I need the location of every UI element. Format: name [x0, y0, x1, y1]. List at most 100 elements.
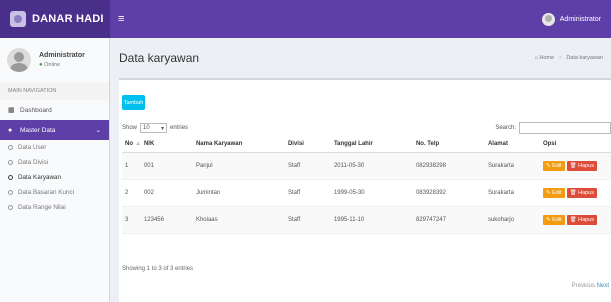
column-header-no-telp[interactable]: No. Telp [412, 137, 485, 153]
search-label: Search: [495, 125, 516, 131]
sidebar-subitem-data-range-nilai[interactable]: Data Range Nilai [0, 200, 109, 215]
cell-nik: 002 [140, 179, 193, 207]
sidebar-subitem-data-divisi[interactable]: Data Divisi [0, 155, 109, 170]
cell-no-telp: 082938298 [412, 152, 485, 180]
main-header: DANAR HADI ≡ Administrator [0, 0, 611, 38]
nav-header: MAIN NAVIGATION [0, 82, 109, 100]
breadcrumb-home[interactable]: Home [539, 55, 554, 61]
table-header-row: No ▲ NIK Nama Karyawan Divisi Tanggal Lah… [122, 137, 611, 153]
karyawan-table: No ▲ NIK Nama Karyawan Divisi Tanggal Lah… [122, 137, 611, 234]
cell-alamat: Surakarta [484, 179, 540, 207]
pencil-icon: ✎ [545, 216, 551, 223]
breadcrumb-current: Data karyawan [566, 55, 603, 61]
cell-opsi: ✎ Edit 🗑 Hapus [539, 206, 611, 234]
pencil-icon: ✎ [545, 189, 551, 196]
cell-tanggal-lahir: 1995-11-10 [330, 206, 413, 234]
home-icon: ⌂ [534, 55, 538, 61]
circle-icon [8, 205, 13, 210]
logo-text: DANAR HADI [32, 13, 104, 25]
cell-tanggal-lahir: 2011-05-30 [330, 152, 413, 180]
add-button[interactable]: Tambah [122, 95, 145, 110]
online-dot-icon: ● [39, 62, 43, 68]
cell-alamat: sukoharjo [484, 206, 540, 234]
user-status-label: Online [44, 62, 61, 68]
column-header-tanggal-lahir[interactable]: Tanggal Lahir [330, 137, 413, 153]
database-icon: ● [8, 126, 13, 134]
show-label: Show [122, 125, 138, 131]
sidebar-item-dashboard[interactable]: ▦ Dashboard [0, 100, 109, 120]
sidebar-subitem-label: Data Karyawan [18, 174, 62, 181]
cell-divisi: Staff [284, 152, 331, 180]
content-wrapper: Data karyawan ⌂ Home > Data karyawan Tam… [110, 38, 611, 302]
cell-nama: Jumintan [192, 179, 285, 207]
avatar [541, 12, 555, 26]
search-input[interactable] [519, 122, 611, 134]
entries-select-value: 10 [143, 125, 150, 131]
previous-button[interactable]: Previous [572, 283, 595, 289]
sidebar-subitem-label: Data User [18, 144, 47, 151]
table-row: 2 002 Jumintan Staff 1999-05-30 08392839… [122, 179, 611, 207]
column-header-opsi[interactable]: Opsi [539, 137, 611, 153]
sidebar-subitem-data-basaran-kunci[interactable]: Data Basaran Kunci [0, 185, 109, 200]
cell-tanggal-lahir: 1999-05-30 [330, 179, 413, 207]
table-info: Showing 1 to 3 of 3 entries [122, 266, 194, 272]
sidebar-subitem-label: Data Range Nilai [18, 204, 66, 211]
edit-button[interactable]: ✎ Edit [542, 214, 565, 225]
cell-opsi: ✎ Edit 🗑 Hapus [539, 152, 611, 180]
column-header-nama[interactable]: Nama Karyawan [192, 137, 285, 153]
circle-icon [8, 190, 13, 195]
breadcrumb-separator: > [558, 55, 562, 61]
content-header: Data karyawan ⌂ Home > Data karyawan [110, 38, 611, 78]
cell-nik: 001 [140, 152, 193, 180]
cell-nik: 123456 [140, 206, 193, 234]
sidebar-subitem-data-user[interactable]: Data User [0, 140, 109, 155]
cell-no-telp: 829747247 [412, 206, 485, 234]
entries-select[interactable]: 10 ▾ [140, 123, 168, 133]
column-header-nik[interactable]: NIK [140, 137, 193, 153]
user-panel-status: ● Online [39, 62, 85, 68]
sidebar-toggle-icon[interactable]: ≡ [118, 13, 124, 25]
sidebar-item-label: Master Data [20, 126, 56, 134]
cell-divisi: Staff [284, 179, 331, 207]
sidebar-subitem-label: Data Divisi [18, 159, 49, 166]
cell-nama: Khoiaas [192, 206, 285, 234]
user-panel-avatar [7, 48, 31, 72]
next-button[interactable]: Next [597, 283, 609, 289]
breadcrumb: ⌂ Home > Data karyawan [535, 55, 604, 61]
circle-icon [8, 160, 13, 165]
user-panel-name: Administrator [39, 52, 85, 59]
table-row: 1 001 Panjul Staff 2011-05-30 082938298 … [122, 152, 611, 180]
table-row: 3 123456 Khoiaas Staff 1995-11-10 829747… [122, 206, 611, 234]
delete-button[interactable]: 🗑 Hapus [566, 187, 597, 198]
sidebar-subitem-label: Data Basaran Kunci [18, 189, 75, 196]
cell-alamat: Surakarta [484, 152, 540, 180]
sidebar: Administrator ● Online MAIN NAVIGATION ▦… [0, 38, 110, 302]
table-controls: Show 10 ▾ entries Search: [122, 121, 611, 135]
delete-button[interactable]: 🗑 Hapus [566, 214, 597, 225]
circle-icon [8, 175, 13, 180]
search-control: Search: [495, 122, 611, 134]
sidebar-subitem-data-karyawan[interactable]: Data Karyawan [0, 170, 109, 185]
top-navbar: ≡ Administrator [110, 0, 611, 38]
column-header-divisi[interactable]: Divisi [284, 137, 331, 153]
column-header-alamat[interactable]: Alamat [484, 137, 540, 153]
logo-icon [10, 11, 26, 27]
pencil-icon: ✎ [545, 162, 551, 169]
logo[interactable]: DANAR HADI [0, 0, 110, 38]
chevron-down-icon: ▾ [161, 125, 165, 132]
sidebar-item-label: Dashboard [20, 106, 52, 114]
cell-opsi: ✎ Edit 🗑 Hapus [539, 179, 611, 207]
trash-icon: 🗑 [569, 216, 577, 223]
user-menu[interactable]: Administrator [541, 12, 601, 26]
user-menu-label: Administrator [559, 15, 601, 23]
edit-button[interactable]: ✎ Edit [542, 187, 565, 198]
user-panel: Administrator ● Online [0, 38, 109, 82]
trash-icon: 🗑 [569, 189, 577, 196]
pagination: Previous Next [572, 283, 609, 289]
page-title: Data karyawan [119, 51, 200, 65]
delete-button[interactable]: 🗑 Hapus [566, 160, 597, 171]
cell-no-telp: 083928392 [412, 179, 485, 207]
edit-button[interactable]: ✎ Edit [542, 160, 565, 171]
sidebar-item-master-data[interactable]: ● Master Data ⌄ [0, 120, 109, 140]
column-header-no[interactable]: No ▲ [122, 137, 141, 153]
